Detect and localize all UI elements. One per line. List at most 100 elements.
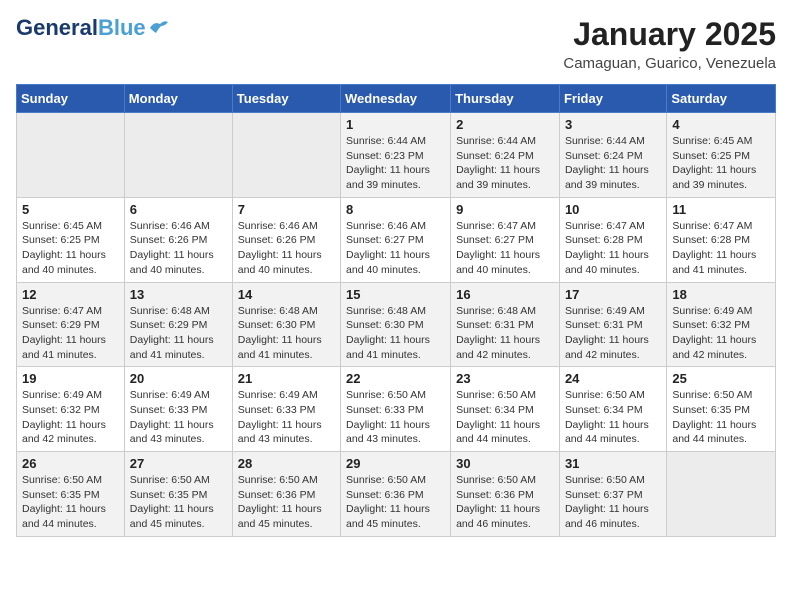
calendar-cell: 25Sunrise: 6:50 AM Sunset: 6:35 PM Dayli… (667, 367, 776, 452)
calendar-cell: 2 Sunrise: 6:44 AM Sunset: 6:24 PM Daylig… (451, 113, 560, 198)
calendar-cell: 21 Sunrise: 6:49 AM Sunset: 6:33 PM Dayli… (232, 367, 340, 452)
weekday-header: Wednesday (341, 85, 451, 113)
day-number: 10 (565, 202, 661, 217)
calendar-cell: 26Sunrise: 6:50 AM Sunset: 6:35 PM Dayli… (17, 452, 125, 537)
day-info: Sunrise: 6:47 AM Sunset: 6:29 PM Dayligh… (22, 304, 119, 363)
day-number: 30 (456, 456, 554, 471)
calendar-cell: 20Sunrise: 6:49 AM Sunset: 6:33 PM Dayli… (124, 367, 232, 452)
day-number: 19 (22, 371, 119, 386)
day-info: Sunrise: 6:50 AM Sunset: 6:35 PM Dayligh… (672, 388, 770, 447)
bird-icon (148, 19, 170, 37)
calendar-cell: 10 Sunrise: 6:47 AM Sunset: 6:28 PM Dayli… (559, 197, 666, 282)
calendar-header-row: SundayMondayTuesdayWednesdayThursdayFrid… (17, 85, 776, 113)
day-number: 29 (346, 456, 445, 471)
calendar-cell: 16 Sunrise: 6:48 AM Sunset: 6:31 PM Dayli… (451, 282, 560, 367)
calendar-cell: 18 Sunrise: 6:49 AM Sunset: 6:32 PM Dayli… (667, 282, 776, 367)
day-info: Sunrise: 6:50 AM Sunset: 6:36 PM Dayligh… (456, 473, 554, 532)
calendar-week-row: 5 Sunrise: 6:45 AM Sunset: 6:25 PM Daylig… (17, 197, 776, 282)
day-info: Sunrise: 6:44 AM Sunset: 6:24 PM Dayligh… (565, 134, 661, 193)
day-info: Sunrise: 6:49 AM Sunset: 6:33 PM Dayligh… (238, 388, 335, 447)
day-number: 28 (238, 456, 335, 471)
calendar-cell: 1 Sunrise: 6:44 AM Sunset: 6:23 PM Daylig… (341, 113, 451, 198)
calendar-cell: 8 Sunrise: 6:46 AM Sunset: 6:27 PM Daylig… (341, 197, 451, 282)
calendar-cell: 7Sunrise: 6:46 AM Sunset: 6:26 PM Daylig… (232, 197, 340, 282)
calendar-cell: 4 Sunrise: 6:45 AM Sunset: 6:25 PM Daylig… (667, 113, 776, 198)
day-number: 23 (456, 371, 554, 386)
day-number: 17 (565, 287, 661, 302)
day-number: 4 (672, 117, 770, 132)
calendar-cell: 9Sunrise: 6:47 AM Sunset: 6:27 PM Daylig… (451, 197, 560, 282)
day-number: 11 (672, 202, 770, 217)
day-info: Sunrise: 6:49 AM Sunset: 6:32 PM Dayligh… (672, 304, 770, 363)
calendar-week-row: 19 Sunrise: 6:49 AM Sunset: 6:32 PM Dayli… (17, 367, 776, 452)
calendar-cell: 27 Sunrise: 6:50 AM Sunset: 6:35 PM Dayli… (124, 452, 232, 537)
logo-text: GeneralBlue (16, 16, 146, 40)
day-info: Sunrise: 6:44 AM Sunset: 6:24 PM Dayligh… (456, 134, 554, 193)
calendar-cell: 11 Sunrise: 6:47 AM Sunset: 6:28 PM Dayli… (667, 197, 776, 282)
calendar-cell: 13 Sunrise: 6:48 AM Sunset: 6:29 PM Dayli… (124, 282, 232, 367)
day-info: Sunrise: 6:44 AM Sunset: 6:23 PM Dayligh… (346, 134, 445, 193)
day-number: 8 (346, 202, 445, 217)
calendar-cell: 6Sunrise: 6:46 AM Sunset: 6:26 PM Daylig… (124, 197, 232, 282)
calendar-cell: 31Sunrise: 6:50 AM Sunset: 6:37 PM Dayli… (559, 452, 666, 537)
day-info: Sunrise: 6:48 AM Sunset: 6:31 PM Dayligh… (456, 304, 554, 363)
weekday-header: Friday (559, 85, 666, 113)
day-number: 5 (22, 202, 119, 217)
day-number: 2 (456, 117, 554, 132)
day-info: Sunrise: 6:48 AM Sunset: 6:29 PM Dayligh… (130, 304, 227, 363)
day-info: Sunrise: 6:50 AM Sunset: 6:36 PM Dayligh… (346, 473, 445, 532)
day-number: 18 (672, 287, 770, 302)
day-number: 12 (22, 287, 119, 302)
day-info: Sunrise: 6:49 AM Sunset: 6:32 PM Dayligh… (22, 388, 119, 447)
day-number: 3 (565, 117, 661, 132)
day-info: Sunrise: 6:50 AM Sunset: 6:34 PM Dayligh… (456, 388, 554, 447)
calendar-cell: 14 Sunrise: 6:48 AM Sunset: 6:30 PM Dayli… (232, 282, 340, 367)
day-number: 1 (346, 117, 445, 132)
day-info: Sunrise: 6:46 AM Sunset: 6:26 PM Dayligh… (130, 219, 227, 278)
location: Camaguan, Guarico, Venezuela (563, 55, 776, 72)
logo: GeneralBlue (16, 16, 170, 40)
day-number: 16 (456, 287, 554, 302)
calendar-cell: 29 Sunrise: 6:50 AM Sunset: 6:36 PM Dayli… (341, 452, 451, 537)
day-info: Sunrise: 6:49 AM Sunset: 6:31 PM Dayligh… (565, 304, 661, 363)
calendar-cell: 23 Sunrise: 6:50 AM Sunset: 6:34 PM Dayli… (451, 367, 560, 452)
weekday-header: Tuesday (232, 85, 340, 113)
day-info: Sunrise: 6:47 AM Sunset: 6:28 PM Dayligh… (565, 219, 661, 278)
day-info: Sunrise: 6:45 AM Sunset: 6:25 PM Dayligh… (22, 219, 119, 278)
day-info: Sunrise: 6:47 AM Sunset: 6:27 PM Dayligh… (456, 219, 554, 278)
calendar-table: SundayMondayTuesdayWednesdayThursdayFrid… (16, 84, 776, 537)
day-info: Sunrise: 6:47 AM Sunset: 6:28 PM Dayligh… (672, 219, 770, 278)
calendar-cell (232, 113, 340, 198)
day-number: 14 (238, 287, 335, 302)
calendar-cell: 24Sunrise: 6:50 AM Sunset: 6:34 PM Dayli… (559, 367, 666, 452)
calendar-cell (667, 452, 776, 537)
calendar-week-row: 26Sunrise: 6:50 AM Sunset: 6:35 PM Dayli… (17, 452, 776, 537)
day-info: Sunrise: 6:50 AM Sunset: 6:35 PM Dayligh… (22, 473, 119, 532)
page-header: GeneralBlue January 2025 Camaguan, Guari… (16, 16, 776, 72)
calendar-cell: 28 Sunrise: 6:50 AM Sunset: 6:36 PM Dayli… (232, 452, 340, 537)
calendar-cell (124, 113, 232, 198)
day-number: 7 (238, 202, 335, 217)
day-number: 15 (346, 287, 445, 302)
calendar-cell: 30 Sunrise: 6:50 AM Sunset: 6:36 PM Dayli… (451, 452, 560, 537)
day-number: 13 (130, 287, 227, 302)
weekday-header: Thursday (451, 85, 560, 113)
day-info: Sunrise: 6:50 AM Sunset: 6:36 PM Dayligh… (238, 473, 335, 532)
day-info: Sunrise: 6:50 AM Sunset: 6:34 PM Dayligh… (565, 388, 661, 447)
day-number: 21 (238, 371, 335, 386)
calendar-cell: 3 Sunrise: 6:44 AM Sunset: 6:24 PM Daylig… (559, 113, 666, 198)
month-title: January 2025 (563, 16, 776, 53)
calendar-cell: 17 Sunrise: 6:49 AM Sunset: 6:31 PM Dayli… (559, 282, 666, 367)
day-info: Sunrise: 6:46 AM Sunset: 6:27 PM Dayligh… (346, 219, 445, 278)
day-info: Sunrise: 6:45 AM Sunset: 6:25 PM Dayligh… (672, 134, 770, 193)
day-info: Sunrise: 6:50 AM Sunset: 6:37 PM Dayligh… (565, 473, 661, 532)
day-number: 27 (130, 456, 227, 471)
day-info: Sunrise: 6:50 AM Sunset: 6:33 PM Dayligh… (346, 388, 445, 447)
weekday-header: Monday (124, 85, 232, 113)
day-info: Sunrise: 6:48 AM Sunset: 6:30 PM Dayligh… (238, 304, 335, 363)
day-info: Sunrise: 6:50 AM Sunset: 6:35 PM Dayligh… (130, 473, 227, 532)
day-info: Sunrise: 6:48 AM Sunset: 6:30 PM Dayligh… (346, 304, 445, 363)
calendar-cell: 22Sunrise: 6:50 AM Sunset: 6:33 PM Dayli… (341, 367, 451, 452)
calendar-cell (17, 113, 125, 198)
calendar-week-row: 1 Sunrise: 6:44 AM Sunset: 6:23 PM Daylig… (17, 113, 776, 198)
